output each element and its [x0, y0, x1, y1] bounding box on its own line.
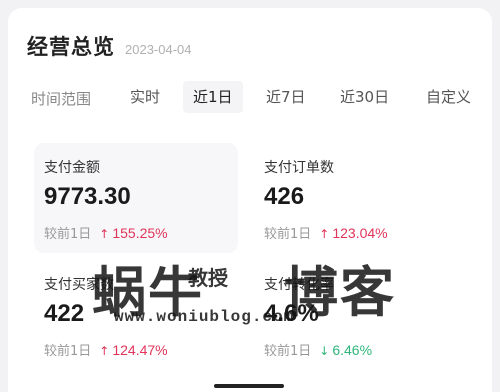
- change-percent: 124.47%: [112, 342, 168, 358]
- metric-payment-amount[interactable]: 支付金额 9773.30 较前1日 ↑ 155.25%: [34, 143, 238, 253]
- compare-label: 较前1日: [264, 227, 312, 242]
- metric-label: 支付转化率: [264, 277, 334, 293]
- compare-label: 较前1日: [44, 344, 92, 359]
- metric-buyer-count[interactable]: 支付买家数 422 较前1日 ↑ 124.47%: [34, 260, 238, 370]
- change-percent: 6.46%: [332, 342, 373, 358]
- metric-compare: 较前1日 ↑ 124.47%: [44, 340, 168, 359]
- metric-value: 9773.30: [44, 183, 131, 210]
- tab-1-day[interactable]: 近1日: [183, 81, 243, 113]
- metric-value: 422: [44, 300, 85, 327]
- change-percent: 155.25%: [112, 225, 168, 241]
- metric-value: 4.6%: [264, 300, 319, 327]
- metric-label: 支付订单数: [264, 160, 334, 176]
- metric-conversion-rate[interactable]: 支付转化率 4.6% 较前1日 ↓ 6.46%: [254, 260, 458, 370]
- tab-custom[interactable]: 自定义: [416, 81, 481, 113]
- time-range-label: 时间范围: [31, 90, 92, 108]
- compare-label: 较前1日: [264, 344, 312, 359]
- arrow-up-icon: ↑: [99, 344, 110, 358]
- tab-7-days[interactable]: 近7日: [256, 81, 316, 113]
- arrow-up-icon: ↑: [319, 227, 330, 241]
- metric-compare: 较前1日 ↑ 155.25%: [44, 223, 168, 242]
- overview-header: 经营总览 2023-04-04: [27, 31, 192, 61]
- tab-30-days[interactable]: 近30日: [330, 81, 399, 113]
- page-title: 经营总览: [27, 35, 115, 59]
- tab-realtime[interactable]: 实时: [120, 81, 170, 113]
- metric-compare: 较前1日 ↑ 123.04%: [264, 223, 388, 242]
- metric-compare: 较前1日 ↓ 6.46%: [264, 340, 372, 359]
- arrow-down-icon: ↓: [319, 344, 330, 358]
- date-label: 2023-04-04: [125, 42, 192, 57]
- arrow-up-icon: ↑: [99, 227, 110, 241]
- compare-label: 较前1日: [44, 227, 92, 242]
- metric-label: 支付金额: [44, 160, 100, 176]
- metric-label: 支付买家数: [44, 277, 114, 293]
- time-range-tabs: 时间范围 实时 近1日 近7日 近30日 自定义: [0, 78, 500, 116]
- metric-value: 426: [264, 183, 305, 210]
- change-percent: 123.04%: [332, 225, 388, 241]
- home-indicator: [214, 384, 284, 388]
- metric-order-count[interactable]: 支付订单数 426 较前1日 ↑ 123.04%: [254, 143, 458, 253]
